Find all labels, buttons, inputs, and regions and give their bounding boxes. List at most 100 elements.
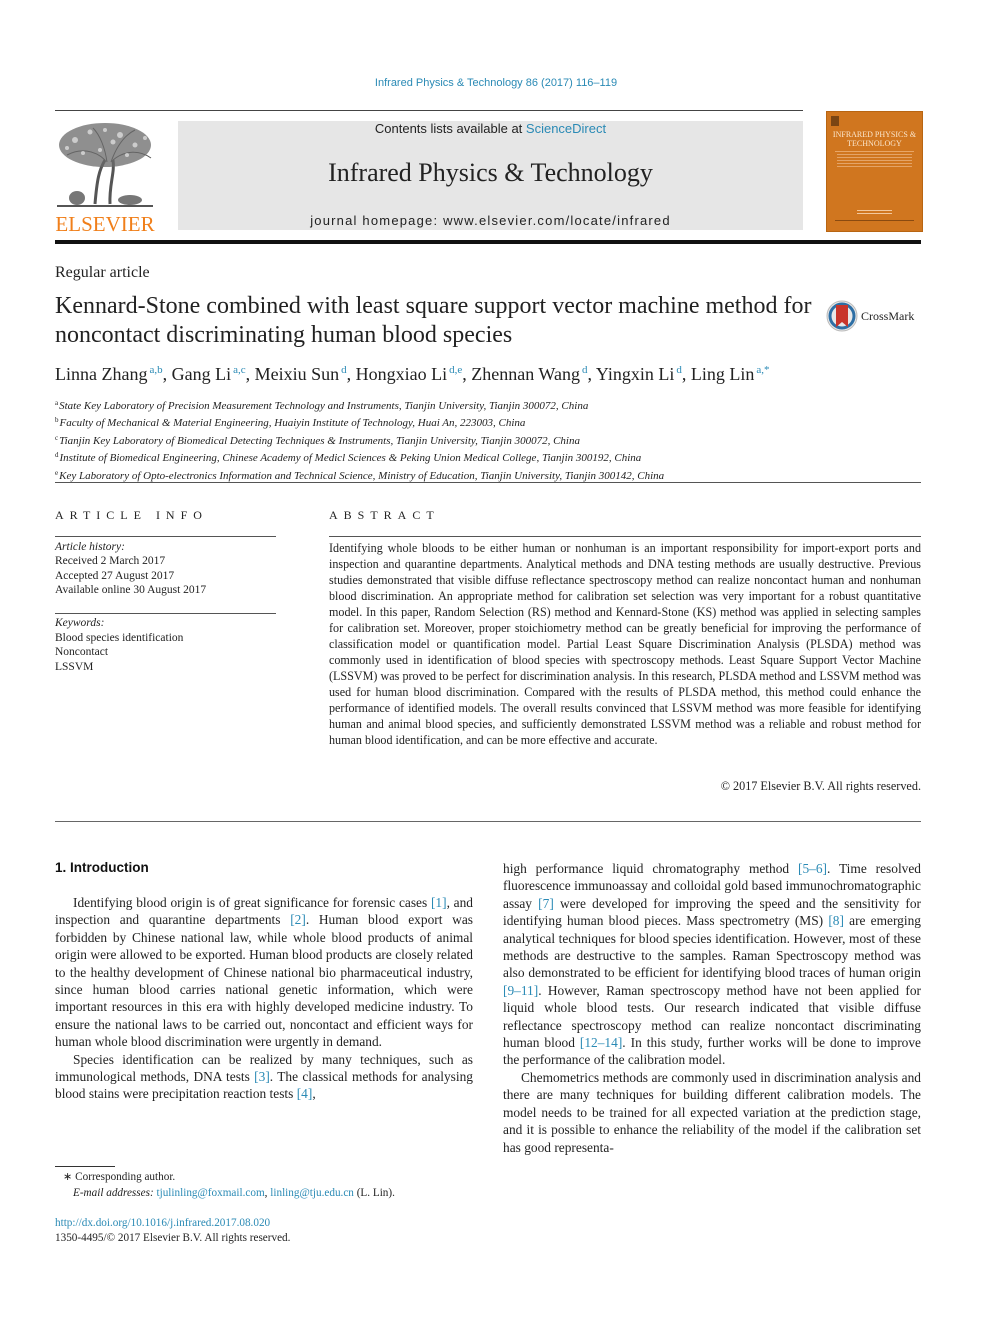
crossmark-label: CrossMark <box>861 308 915 323</box>
asterisk-marker: ∗ <box>63 1171 76 1183</box>
abstract-heading: ABSTRACT <box>329 508 440 522</box>
citation-link[interactable]: [4] <box>297 1086 313 1101</box>
header-divider <box>55 110 803 111</box>
body-text: . Human blood export was forbidden by Ch… <box>55 912 473 1050</box>
crossmark-button[interactable]: CrossMark <box>826 298 926 334</box>
abstract-divider <box>329 536 921 537</box>
affiliation-item: eKey Laboratory of Opto-electronics Info… <box>55 466 664 483</box>
body-text: Chemometrics methods are commonly used i… <box>503 1069 921 1155</box>
author-separator: , <box>245 364 255 384</box>
body-text: Identifying blood origin is of great sig… <box>73 895 431 910</box>
email-link-2[interactable]: linling@tju.edu.cn <box>270 1187 354 1199</box>
author-separator: , <box>346 364 356 384</box>
author-affiliation-marker[interactable]: a,* <box>756 364 769 376</box>
keywords-label: Keywords: <box>55 617 105 629</box>
keyword: LSSVM <box>55 660 94 673</box>
corresponding-author-note: ∗ Corresponding author. <box>55 1170 395 1186</box>
journal-masthead: Contents lists available at ScienceDirec… <box>178 121 803 230</box>
author-affiliation-marker[interactable]: a,b <box>149 364 162 376</box>
keywords-block: Keywords: Blood species identification N… <box>55 616 183 674</box>
cover-title: INFRARED PHYSICS & TECHNOLOGY <box>832 130 917 148</box>
author-separator: , <box>162 364 172 384</box>
cover-divider <box>835 151 914 152</box>
citation-link[interactable]: [2] <box>290 912 306 927</box>
citation-link[interactable]: [12–14] <box>580 1035 622 1050</box>
received-date: Received 2 March 2017 <box>55 555 166 568</box>
citation-link[interactable]: [7] <box>538 896 554 911</box>
email-link-1[interactable]: tjulinling@foxmail.com <box>156 1187 264 1199</box>
body-column-left: Identifying blood origin is of great sig… <box>55 894 473 1103</box>
email-suffix: (L. Lin). <box>353 1186 395 1199</box>
affiliation-text: Faculty of Mechanical & Material Enginee… <box>59 417 526 430</box>
affiliation-list: aState Key Laboratory of Precision Measu… <box>55 396 664 483</box>
author-name[interactable]: Zhennan Wang <box>471 364 580 384</box>
keyword: Noncontact <box>55 646 109 659</box>
affiliation-text: Institute of Biomedical Engineering, Chi… <box>59 452 642 465</box>
footnote-divider <box>55 1166 115 1167</box>
body-paragraph: Species identification can be realized b… <box>55 1051 473 1103</box>
email-label: E-mail addresses: <box>73 1186 157 1199</box>
history-label: Article history: <box>55 541 125 553</box>
journal-homepage-link[interactable]: journal homepage: www.elsevier.com/locat… <box>178 213 803 228</box>
cover-editor-lines <box>857 210 892 215</box>
author-separator: , <box>587 364 596 384</box>
citation-link[interactable]: [5–6] <box>798 861 827 876</box>
affiliation-item: aState Key Laboratory of Precision Measu… <box>55 396 664 413</box>
contents-availability: Contents lists available at ScienceDirec… <box>178 121 803 136</box>
paper-title: Kennard-Stone combined with least square… <box>55 293 812 348</box>
journal-cover-thumbnail[interactable]: INFRARED PHYSICS & TECHNOLOGY <box>826 111 923 232</box>
section-heading-introduction: 1. Introduction <box>55 860 149 875</box>
journal-reference-link[interactable]: Infrared Physics & Technology 86 (2017) … <box>0 77 992 89</box>
affiliation-key: b <box>55 416 59 425</box>
citation-link[interactable]: [3] <box>254 1069 270 1084</box>
keyword: Blood species identification <box>55 631 184 644</box>
author-list: Linna Zhang a,b, Gang Li a,c, Meixiu Sun d,… <box>55 364 769 385</box>
affiliation-key: a <box>55 399 59 407</box>
cover-divider-bottom <box>835 220 914 221</box>
article-info-divider <box>55 536 276 537</box>
citation-link[interactable]: [8] <box>828 913 844 928</box>
elsevier-tree-icon <box>57 123 153 207</box>
author-name[interactable]: Meixiu Sun <box>255 364 340 384</box>
author-name[interactable]: Yingxin Li <box>596 364 675 384</box>
article-history: Article history: Received 2 March 2017 A… <box>55 540 206 598</box>
author-name[interactable]: Linna Zhang <box>55 364 147 384</box>
author-name[interactable]: Gang Li <box>172 364 231 384</box>
body-text: high performance liquid chromatography m… <box>503 861 798 876</box>
doi-link[interactable]: http://dx.doi.org/10.1016/j.infrared.201… <box>55 1216 290 1231</box>
affiliation-item: bFaculty of Mechanical & Material Engine… <box>55 413 664 430</box>
body-paragraph: Chemometrics methods are commonly used i… <box>503 1069 921 1156</box>
elsevier-wordmark: ELSEVIER <box>55 212 155 236</box>
doi-block: http://dx.doi.org/10.1016/j.infrared.201… <box>55 1216 290 1246</box>
contents-prefix: Contents lists available at <box>374 121 526 136</box>
affiliation-key: e <box>55 468 59 477</box>
article-type: Regular article <box>55 264 150 281</box>
author-separator: , <box>462 364 472 384</box>
sciencedirect-link[interactable]: ScienceDirect <box>526 121 606 136</box>
body-divider <box>55 821 921 822</box>
elsevier-logo: ELSEVIER <box>55 120 155 235</box>
affiliation-text: Key Laboratory of Opto-electronics Infor… <box>59 469 665 482</box>
affiliation-text: State Key Laboratory of Precision Measur… <box>59 400 589 412</box>
author-separator: , <box>681 364 691 384</box>
author-affiliation-marker[interactable]: a,c <box>233 364 246 376</box>
citation-link[interactable]: [1] <box>431 895 447 910</box>
affiliation-key: c <box>55 433 59 442</box>
author-name[interactable]: Ling Lin <box>691 364 755 384</box>
journal-title: Infrared Physics & Technology <box>328 158 653 187</box>
accepted-date: Accepted 27 August 2017 <box>55 569 175 582</box>
issn-copyright: 1350-4495/© 2017 Elsevier B.V. All right… <box>55 1232 291 1244</box>
abstract-copyright: © 2017 Elsevier B.V. All rights reserved… <box>720 779 921 793</box>
section-divider <box>55 482 921 483</box>
body-paragraph: Identifying blood origin is of great sig… <box>55 894 473 1051</box>
author-name[interactable]: Hongxiao Li <box>356 364 448 384</box>
article-info-heading: ARTICLE INFO <box>55 508 208 522</box>
keywords-divider <box>55 613 276 614</box>
affiliation-text: Tianjin Key Laboratory of Biomedical Det… <box>59 434 580 447</box>
citation-link[interactable]: [9–11] <box>503 983 538 998</box>
body-column-right: high performance liquid chromatography m… <box>503 860 921 1156</box>
cover-elsevier-icon <box>831 116 839 126</box>
abstract-text: Identifying whole bloods to be either hu… <box>329 541 921 747</box>
author-affiliation-marker[interactable]: d,e <box>449 364 462 376</box>
affiliation-item: cTianjin Key Laboratory of Biomedical De… <box>55 431 664 448</box>
